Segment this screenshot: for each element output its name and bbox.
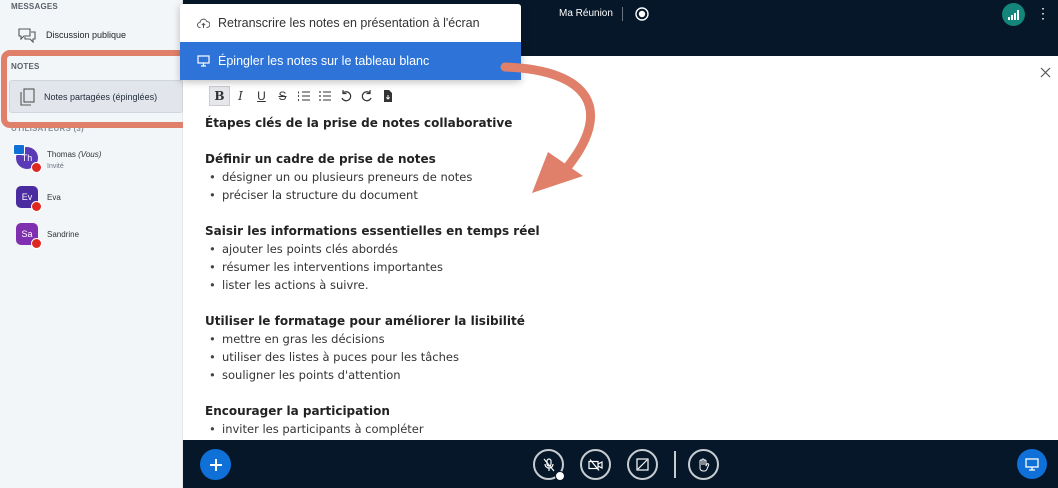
avatar-initials: Ev bbox=[21, 192, 33, 202]
redo-button[interactable] bbox=[356, 86, 377, 106]
messages-section-title: MESSAGES bbox=[11, 2, 58, 11]
ordered-list-icon bbox=[297, 91, 310, 101]
notes-icon bbox=[20, 87, 35, 106]
user-item[interactable]: Th Thomas (Vous) Invité bbox=[13, 144, 102, 173]
shared-notes-label: Notes partagées (épinglées) bbox=[44, 91, 158, 102]
undo-button[interactable] bbox=[335, 86, 356, 106]
record-icon[interactable] bbox=[635, 7, 649, 21]
user-you-tag: (Vous) bbox=[78, 150, 102, 159]
avatar: Th bbox=[13, 144, 42, 173]
underline-button[interactable]: U bbox=[251, 86, 272, 106]
bold-button[interactable]: B bbox=[209, 86, 230, 106]
redo-icon bbox=[361, 90, 372, 102]
list-item: souligner les points d'attention bbox=[205, 366, 1005, 384]
list-item: lister les actions à suivre. bbox=[205, 276, 1005, 294]
camera-off-icon bbox=[588, 458, 603, 471]
presentation-icon bbox=[197, 55, 210, 67]
user-item[interactable]: Ev Eva bbox=[16, 186, 61, 212]
plus-icon bbox=[209, 458, 222, 471]
public-chat-label: Discussion publique bbox=[46, 30, 127, 40]
presenter-icon bbox=[13, 144, 25, 155]
actions-button[interactable] bbox=[200, 449, 231, 480]
chat-icon bbox=[18, 28, 36, 44]
menu-item-convert-to-presentation[interactable]: Retranscrire les notes en présentation à… bbox=[180, 4, 521, 42]
section-heading: Utiliser le formatage pour améliorer la … bbox=[205, 314, 525, 328]
bullet-list-icon bbox=[318, 91, 331, 101]
list-item: désigner un ou plusieurs preneurs de not… bbox=[205, 168, 1005, 186]
avatar: Ev bbox=[16, 186, 42, 212]
share-screen-button[interactable] bbox=[627, 449, 658, 480]
menu-item-pin-to-whiteboard[interactable]: Épingler les notes sur le tableau blanc bbox=[180, 42, 521, 80]
section-heading: Encourager la participation bbox=[205, 404, 390, 418]
menu-item-label: Épingler les notes sur le tableau blanc bbox=[218, 54, 430, 68]
export-icon bbox=[383, 90, 392, 102]
cloud-upload-icon bbox=[197, 18, 210, 28]
section-heading: Définir un cadre de prise de notes bbox=[205, 152, 436, 166]
italic-button[interactable]: I bbox=[230, 86, 251, 106]
undo-icon bbox=[340, 90, 351, 102]
notes-section-title: NOTES bbox=[11, 62, 40, 71]
list-item: utiliser des listes à puces pour les tâc… bbox=[205, 348, 1005, 366]
section-heading: Saisir les informations essentielles en … bbox=[205, 224, 540, 238]
notes-options-menu: Retranscrire les notes en présentation à… bbox=[180, 4, 521, 80]
shared-notes-panel: B I U S Étapes clés de la prise de notes… bbox=[183, 56, 1058, 440]
sidebar: MESSAGES Discussion publique NOTES Notes… bbox=[0, 0, 183, 488]
more-options-icon[interactable]: ⋮ bbox=[1036, 6, 1050, 20]
bottom-action-bar bbox=[183, 440, 1058, 488]
users-section-title: UTILISATEURS (3) bbox=[11, 124, 84, 133]
list-item: préciser la structure du document bbox=[205, 186, 1005, 204]
divider bbox=[622, 7, 623, 21]
muted-mic-icon bbox=[31, 238, 42, 249]
avatar-initials: Sa bbox=[21, 229, 33, 239]
presentation-button[interactable] bbox=[1017, 449, 1047, 479]
export-button[interactable] bbox=[377, 86, 398, 106]
user-name: Thomas bbox=[47, 150, 76, 159]
editor-toolbar: B I U S bbox=[209, 86, 398, 106]
bullet-list: inviter les participants à compléter bbox=[205, 420, 1005, 438]
microphone-off-icon bbox=[543, 457, 554, 471]
raise-hand-button[interactable] bbox=[688, 449, 719, 480]
avatar: Sa bbox=[16, 223, 42, 249]
bullet-list: désigner un ou plusieurs preneurs de not… bbox=[205, 168, 1005, 204]
user-item[interactable]: Sa Sandrine bbox=[16, 223, 80, 249]
muted-mic-icon bbox=[31, 201, 42, 212]
shared-notes-item[interactable]: Notes partagées (épinglées) bbox=[9, 80, 183, 113]
screen-share-off-icon bbox=[636, 458, 649, 471]
mic-status-dot bbox=[555, 471, 565, 481]
divider bbox=[674, 451, 676, 478]
document-title: Étapes clés de la prise de notes collabo… bbox=[205, 116, 513, 130]
notes-document[interactable]: Étapes clés de la prise de notes collabo… bbox=[205, 114, 1005, 438]
bullet-list: ajouter les points clés abordés résumer … bbox=[205, 240, 1005, 294]
user-name: Sandrine bbox=[47, 230, 80, 239]
strikethrough-button[interactable]: S bbox=[272, 86, 293, 106]
share-camera-button[interactable] bbox=[580, 449, 611, 480]
ordered-list-button[interactable] bbox=[293, 86, 314, 106]
signal-icon[interactable] bbox=[1002, 3, 1025, 26]
user-name: Eva bbox=[47, 193, 61, 202]
list-item: mettre en gras les décisions bbox=[205, 330, 1005, 348]
menu-item-label: Retranscrire les notes en présentation à… bbox=[218, 16, 480, 30]
presentation-icon bbox=[1025, 457, 1039, 471]
meeting-title: Ma Réunion bbox=[559, 8, 613, 19]
bullet-list-button[interactable] bbox=[314, 86, 335, 106]
list-item: résumer les interventions importantes bbox=[205, 258, 1005, 276]
list-item: ajouter les points clés abordés bbox=[205, 240, 1005, 258]
user-role: Invité bbox=[47, 163, 64, 170]
public-chat-item[interactable]: Discussion publique bbox=[17, 26, 126, 44]
muted-mic-icon bbox=[31, 162, 42, 173]
mute-microphone-button[interactable] bbox=[533, 449, 565, 481]
list-item: inviter les participants à compléter bbox=[205, 420, 1005, 438]
hand-icon bbox=[699, 458, 710, 471]
close-icon[interactable] bbox=[1040, 67, 1051, 78]
bullet-list: mettre en gras les décisions utiliser de… bbox=[205, 330, 1005, 384]
